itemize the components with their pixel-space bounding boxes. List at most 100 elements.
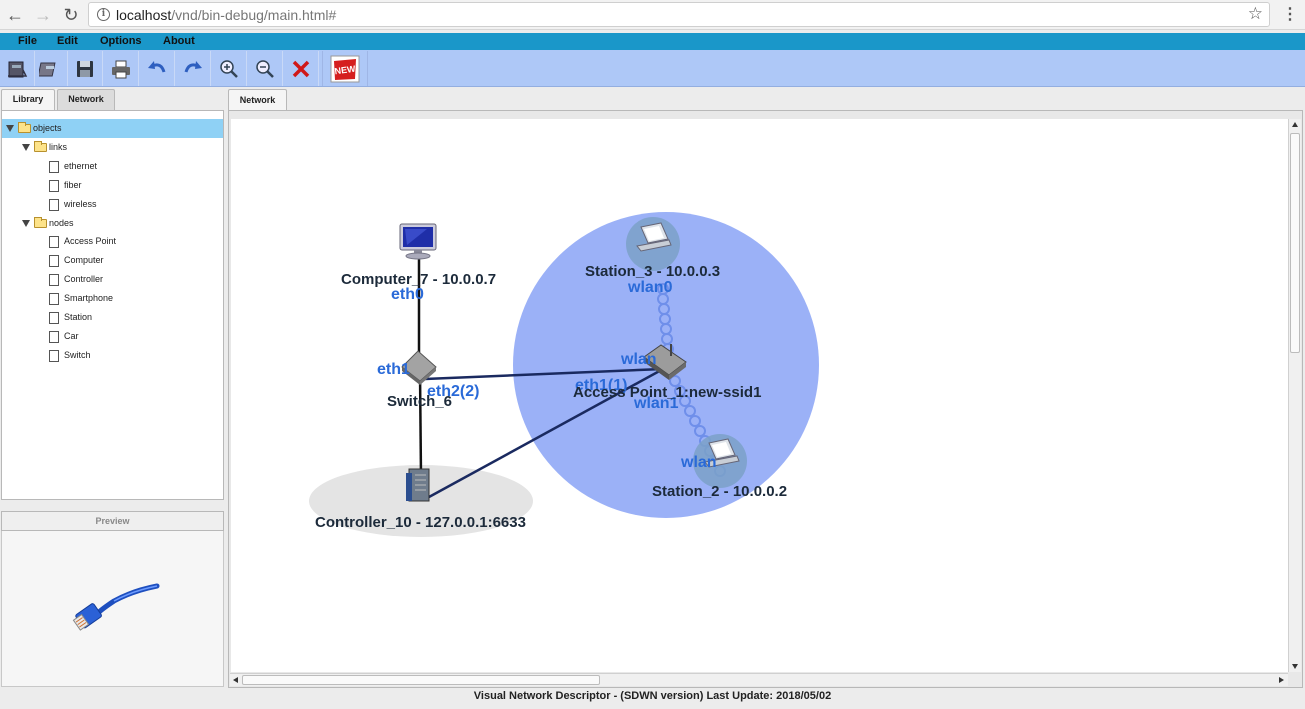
print-button[interactable] — [104, 51, 139, 86]
expand-arrow-icon[interactable] — [6, 125, 14, 132]
delete-button[interactable] — [284, 51, 319, 86]
reload-icon[interactable]: ↻ — [60, 4, 82, 26]
expand-arrow-icon[interactable] — [22, 144, 30, 151]
horizontal-scrollbar[interactable] — [230, 673, 1288, 686]
iface-computer-eth0: eth0 — [391, 286, 424, 303]
undo-icon — [148, 60, 166, 73]
label-station3: Station_3 - 10.0.0.3 — [585, 263, 720, 280]
tree-label: Car — [64, 331, 79, 341]
preview-title: Preview — [1, 511, 224, 531]
tree-item-links[interactable]: links — [2, 138, 223, 157]
network-diagram: eth0 eth1 eth2(2) eth1(1) wlan wlan1 wla… — [309, 212, 819, 537]
file-icon — [49, 161, 59, 173]
folder-icon — [18, 122, 31, 133]
save-button[interactable] — [68, 51, 103, 86]
left-panel-tabs: Library Network — [0, 89, 225, 111]
scroll-right-arrow-icon[interactable] — [1279, 677, 1284, 683]
file-icon — [49, 180, 59, 192]
tree-item-car[interactable]: Car — [2, 327, 223, 346]
toolbar: NEW — [0, 50, 1305, 87]
status-bar: Visual Network Descriptor - (SDWN versio… — [0, 688, 1305, 709]
tree-item-computer[interactable]: Computer — [2, 251, 223, 270]
tree-label: Computer — [64, 255, 104, 265]
more-menu-icon[interactable]: ⋮ — [1282, 4, 1298, 24]
browser-toolbar: ← → ↻ i localhost/vnd/bin-debug/main.htm… — [0, 0, 1305, 30]
url-text: localhost/vnd/bin-debug/main.html# — [116, 7, 337, 23]
iface-switch-eth1: eth1 — [377, 361, 410, 378]
menu-about[interactable]: About — [163, 35, 195, 47]
tree-item-switch[interactable]: Switch — [2, 346, 223, 365]
info-icon[interactable]: i — [97, 8, 110, 21]
bookmark-star-icon[interactable]: ☆ — [1248, 4, 1263, 24]
menu-file[interactable]: File — [18, 35, 37, 47]
open-file-icon — [8, 61, 28, 77]
scroll-down-arrow-icon[interactable] — [1292, 664, 1298, 669]
folder-icon — [34, 141, 47, 152]
tree-label: wireless — [64, 199, 97, 209]
horizontal-scroll-thumb[interactable] — [242, 675, 600, 685]
tree-item-ethernet[interactable]: ethernet — [2, 157, 223, 176]
save-icon — [77, 60, 93, 77]
label-computer: Computer_7 - 10.0.0.7 — [341, 271, 496, 288]
file-icon — [49, 293, 59, 305]
tree-item-access-point[interactable]: Access Point — [2, 232, 223, 251]
tree-item-station[interactable]: Station — [2, 308, 223, 327]
file-icon — [49, 236, 59, 248]
iface-station2-wlan: wlan — [680, 454, 717, 471]
file-icon — [49, 255, 59, 267]
tree-label: ethernet — [64, 161, 98, 171]
scroll-up-arrow-icon[interactable] — [1292, 122, 1298, 127]
controller-node-icon[interactable] — [406, 468, 430, 502]
new-button[interactable]: NEW — [322, 51, 368, 86]
file-icon — [49, 312, 59, 324]
tab-library[interactable]: Library — [1, 89, 55, 111]
iface-station3-wlan0: wlan0 — [627, 279, 673, 296]
expand-arrow-icon[interactable] — [22, 220, 30, 227]
label-controller: Controller_10 - 127.0.0.1:6633 — [315, 514, 526, 531]
label-access-point: Access Point_1:new-ssid1 — [573, 384, 761, 401]
menu-bar: File Edit Options About — [0, 33, 1305, 50]
tree-item-smartphone[interactable]: Smartphone — [2, 289, 223, 308]
vertical-scrollbar[interactable] — [1288, 119, 1301, 672]
address-bar[interactable]: i localhost/vnd/bin-debug/main.html# ☆ — [88, 2, 1270, 27]
back-arrow-icon[interactable]: ← — [4, 4, 26, 26]
tree-label: fiber — [64, 180, 82, 190]
zoom-out-icon — [256, 59, 274, 78]
ethernet-cable-icon — [72, 583, 160, 631]
tab-network-panel[interactable]: Network — [57, 89, 115, 110]
zoom-in-button[interactable] — [212, 51, 247, 86]
label-switch: Switch_6 — [387, 393, 452, 410]
network-canvas[interactable]: eth0 eth1 eth2(2) eth1(1) wlan wlan1 wla… — [231, 119, 1288, 672]
menu-edit[interactable]: Edit — [57, 35, 78, 47]
new-badge-icon: NEW — [330, 55, 360, 82]
redo-button[interactable] — [176, 51, 211, 86]
tree-item-controller[interactable]: Controller — [2, 270, 223, 289]
tree-label: links — [49, 142, 68, 152]
forward-arrow-icon[interactable]: → — [32, 4, 54, 26]
undo-button[interactable] — [140, 51, 175, 86]
zoom-out-button[interactable] — [248, 51, 283, 86]
menu-options[interactable]: Options — [100, 35, 142, 47]
preview-panel — [1, 531, 224, 687]
file-icon — [49, 331, 59, 343]
scroll-left-arrow-icon[interactable] — [233, 677, 238, 683]
label-station2: Station_2 - 10.0.0.2 — [652, 483, 787, 500]
open-file-button[interactable] — [0, 51, 35, 86]
open-project-button[interactable] — [33, 51, 68, 86]
tree-label: Access Point — [64, 236, 117, 246]
tab-network-canvas[interactable]: Network — [228, 89, 287, 111]
computer-node-icon[interactable] — [399, 223, 437, 260]
tree-item-nodes[interactable]: nodes — [2, 214, 223, 233]
tree-item-wireless[interactable]: wireless — [2, 195, 223, 214]
tree-item-objects[interactable]: objects — [2, 119, 223, 138]
link-switch-controller[interactable] — [418, 371, 423, 478]
iface-ap-wlan: wlan — [620, 351, 657, 368]
file-icon — [49, 199, 59, 211]
redo-icon — [184, 60, 202, 73]
tree-item-fiber[interactable]: fiber — [2, 176, 223, 195]
tree-label: objects — [33, 123, 62, 133]
library-tree: objects links ethernet fiber wireless no… — [1, 110, 224, 500]
vertical-scroll-thumb[interactable] — [1290, 133, 1300, 353]
delete-x-icon — [292, 60, 310, 77]
tree-label: Switch — [64, 350, 91, 360]
